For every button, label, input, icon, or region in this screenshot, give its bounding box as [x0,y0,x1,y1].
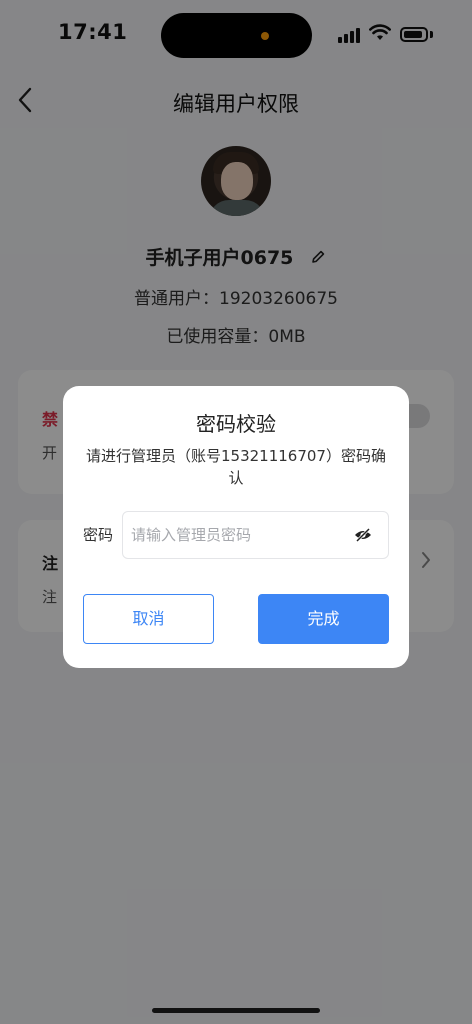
screen: 17:41 编辑用户权限 手机子用户0675 普通用户：19203260675 … [0,0,472,1024]
password-field [122,511,389,559]
password-input[interactable] [131,512,351,558]
eye-off-icon[interactable] [354,527,372,543]
dialog-message: 请进行管理员（账号15321116707）密码确认 [86,447,386,487]
password-label: 密码 [83,526,114,544]
password-verify-dialog: 密码校验 请进行管理员（账号15321116707）密码确认 密码 取消 完成 [63,386,409,668]
home-indicator [152,1008,320,1013]
dialog-title: 密码校验 [196,412,276,436]
cancel-button[interactable]: 取消 [83,594,214,644]
confirm-button[interactable]: 完成 [258,594,389,644]
